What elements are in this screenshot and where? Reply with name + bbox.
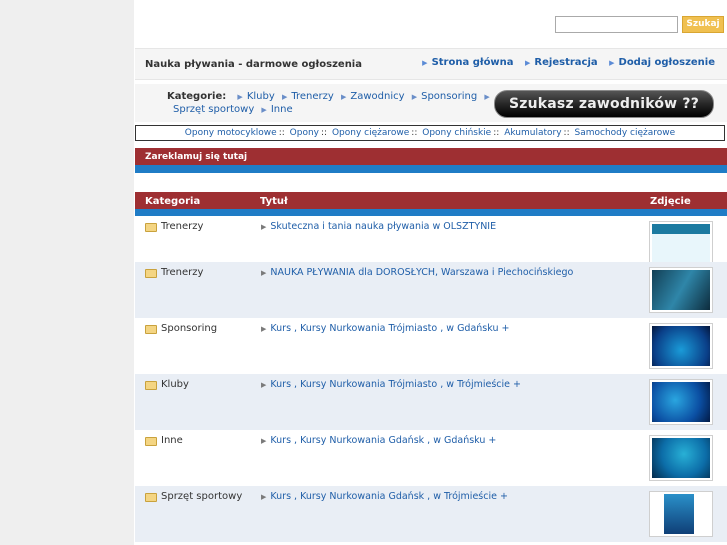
- divider: [135, 165, 727, 173]
- search-bar: Szukaj: [135, 3, 727, 47]
- triangle-right-icon: ▶: [411, 93, 418, 101]
- category-bar: Kategorie: ▶ Kluby ▶ Trenerzy ▶ Zawodnicy ▶…: [135, 84, 727, 122]
- row-title-link[interactable]: ▶ Kurs , Kursy Nurkowania Trójmiasto , w …: [261, 323, 509, 334]
- row-category: Inne: [161, 435, 183, 446]
- partner-link[interactable]: Opony: [290, 128, 319, 138]
- triangle-right-icon: ▶: [281, 93, 288, 101]
- folder-icon: [145, 437, 157, 446]
- row-category: Kluby: [161, 379, 189, 390]
- search-athletes-banner[interactable]: Szukasz zawodników ??: [494, 90, 714, 118]
- link-separator: ::: [321, 128, 328, 138]
- nav-add-ad-link[interactable]: Dodaj ogłoszenie: [619, 57, 715, 68]
- top-nav: ▶ Strona główna ▶ Rejestracja ▶ Dodaj ogłos…: [414, 57, 715, 68]
- category-link-sponsoring[interactable]: Sponsoring: [421, 91, 477, 102]
- category-list-continued: Sprzęt sportowy ▶ Inne: [173, 104, 293, 115]
- left-gutter: [0, 0, 134, 545]
- link-separator: ::: [493, 128, 500, 138]
- triangle-right-icon: ▶: [261, 493, 267, 501]
- row-thumbnail[interactable]: [649, 267, 713, 313]
- row-category: Trenerzy: [161, 267, 204, 278]
- category-link-zawodnicy[interactable]: Zawodnicy: [350, 91, 404, 102]
- row-title-link[interactable]: ▶ Kurs , Kursy Nurkowania Gdańsk , w Trój…: [261, 491, 508, 502]
- category-label: Kategorie:: [167, 91, 227, 102]
- partner-link[interactable]: Opony motocyklowe: [185, 128, 277, 138]
- row-title-link[interactable]: ▶ NAUKA PŁYWANIA dla DOROSŁYCH, Warszawa …: [261, 267, 573, 278]
- triangle-right-icon: ▶: [525, 59, 531, 67]
- main-content: Szukaj Nauka pływania - darmowe ogłoszen…: [134, 0, 727, 545]
- column-header-photo: Zdjęcie: [650, 196, 691, 207]
- row-category: Sponsoring: [161, 323, 218, 334]
- table-row[interactable]: Kluby ▶ Kurs , Kursy Nurkowania Trójmiast…: [135, 374, 727, 430]
- category-link-trenerzy[interactable]: Trenerzy: [291, 91, 333, 102]
- category-link-kluby[interactable]: Kluby: [247, 91, 275, 102]
- triangle-right-icon: ▶: [261, 381, 267, 389]
- table-row[interactable]: Inne ▶ Kurs , Kursy Nurkowania Gdańsk , w…: [135, 430, 727, 486]
- row-category: Sprzęt sportowy: [161, 491, 243, 502]
- row-title-link[interactable]: ▶ Kurs , Kursy Nurkowania Trójmiasto , w …: [261, 379, 521, 390]
- triangle-right-icon: ▶: [261, 106, 267, 114]
- advertise-link[interactable]: Zareklamuj się tutaj: [145, 152, 247, 162]
- row-thumbnail[interactable]: [649, 379, 713, 425]
- table-row[interactable]: Sponsoring ▶ Kurs , Kursy Nurkowania Trój…: [135, 318, 727, 374]
- table-row[interactable]: Trenerzy ▶ NAUKA PŁYWANIA dla DOROSŁYCH, …: [135, 262, 727, 318]
- divider: [135, 209, 727, 216]
- partner-link[interactable]: Opony chińskie: [422, 128, 491, 138]
- nav-home-link[interactable]: Strona główna: [432, 57, 514, 68]
- page-title: Nauka pływania - darmowe ogłoszenia: [145, 59, 362, 70]
- search-input[interactable]: [555, 16, 678, 33]
- row-thumbnail[interactable]: [649, 491, 713, 537]
- triangle-right-icon: ▶: [237, 93, 243, 101]
- partner-links: Opony motocyklowe:: Opony:: Opony ciężar…: [135, 125, 725, 141]
- folder-icon: [145, 269, 157, 278]
- triangle-right-icon: ▶: [261, 223, 267, 231]
- column-header-title: Tytuł: [260, 196, 288, 207]
- advertise-bar: Zareklamuj się tutaj: [135, 148, 727, 165]
- category-link-inne[interactable]: Inne: [271, 104, 293, 115]
- folder-icon: [145, 381, 157, 390]
- triangle-right-icon: ▶: [261, 437, 267, 445]
- partner-link[interactable]: Samochody ciężarowe: [575, 128, 676, 138]
- table-header: Kategoria Tytuł Zdjęcie: [135, 192, 727, 209]
- folder-icon: [145, 223, 157, 232]
- triangle-right-icon: ▶: [484, 93, 490, 101]
- partner-link[interactable]: Opony ciężarowe: [332, 128, 409, 138]
- column-header-category: Kategoria: [145, 196, 201, 207]
- row-title-link[interactable]: ▶ Skuteczna i tania nauka pływania w OLSZ…: [261, 221, 496, 232]
- category-link-sprzet[interactable]: Sprzęt sportowy: [173, 104, 254, 115]
- category-list: Kategorie: ▶ Kluby ▶ Trenerzy ▶ Zawodnicy ▶…: [167, 91, 494, 102]
- row-title-link[interactable]: ▶ Kurs , Kursy Nurkowania Gdańsk , w Gdań…: [261, 435, 496, 446]
- table-row[interactable]: Sprzęt sportowy ▶ Kurs , Kursy Nurkowania…: [135, 486, 727, 542]
- triangle-right-icon: ▶: [261, 325, 267, 333]
- partner-link[interactable]: Akumulatory: [504, 128, 561, 138]
- link-separator: ::: [563, 128, 570, 138]
- search-button[interactable]: Szukaj: [682, 16, 724, 33]
- triangle-right-icon: ▶: [261, 269, 267, 277]
- triangle-right-icon: ▶: [340, 93, 347, 101]
- row-thumbnail[interactable]: [649, 323, 713, 369]
- row-category: Trenerzy: [161, 221, 204, 232]
- title-bar: Nauka pływania - darmowe ogłoszenia ▶ Str…: [135, 48, 727, 80]
- link-separator: ::: [411, 128, 418, 138]
- folder-icon: [145, 493, 157, 502]
- link-separator: ::: [278, 128, 285, 138]
- triangle-right-icon: ▶: [609, 59, 615, 67]
- row-thumbnail[interactable]: [649, 435, 713, 481]
- folder-icon: [145, 325, 157, 334]
- nav-register-link[interactable]: Rejestracja: [534, 57, 597, 68]
- row-thumbnail[interactable]: [649, 221, 713, 267]
- triangle-right-icon: ▶: [422, 59, 428, 67]
